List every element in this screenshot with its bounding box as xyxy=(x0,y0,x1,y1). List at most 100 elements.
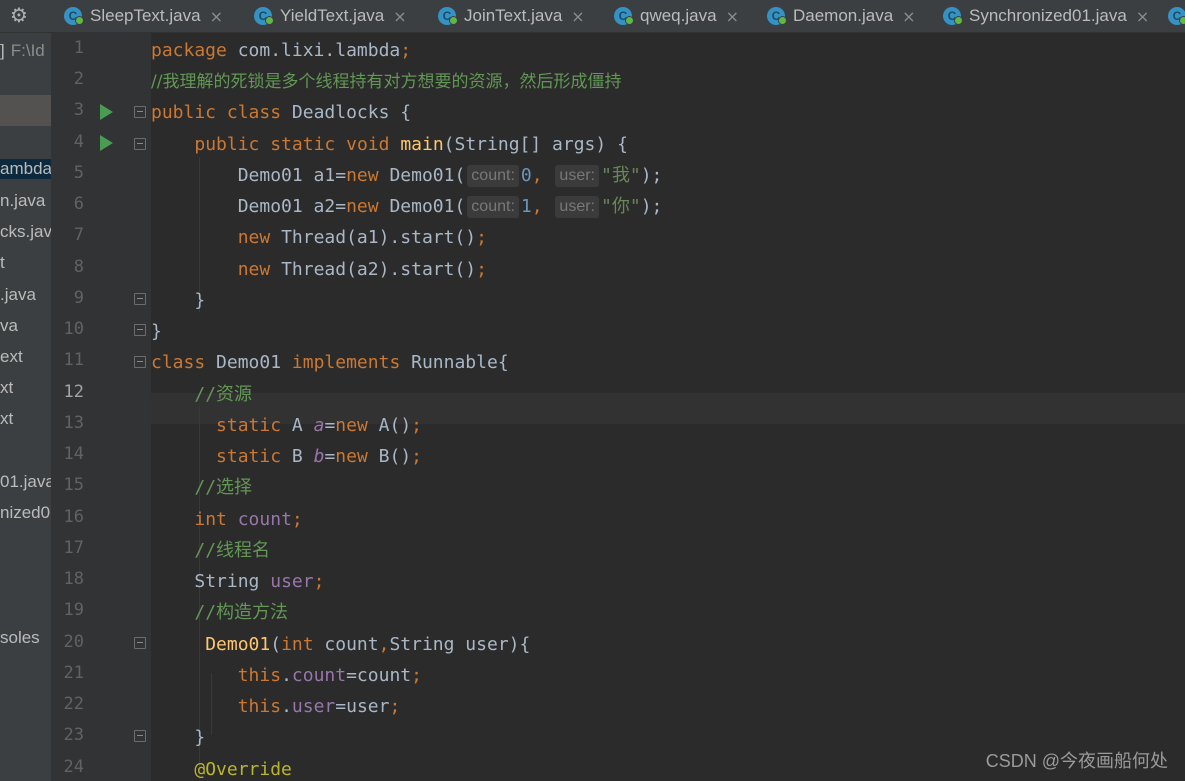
project-item[interactable]: xt xyxy=(0,378,13,398)
line-number: 7 xyxy=(73,225,84,245)
code-line-9: } xyxy=(194,290,206,311)
tab-label: Synchronized01.java xyxy=(969,6,1127,25)
tab-jointext[interactable]: C JoinText.java × xyxy=(438,0,585,32)
fold-icon[interactable] xyxy=(134,324,146,336)
line-number: 10 xyxy=(63,319,84,339)
code-line-7: new Thread(a1).start(); xyxy=(237,227,487,248)
close-icon[interactable]: × xyxy=(393,7,406,26)
editor-tab-bar: ⚙ C SleepText.java × C YieldText.java × … xyxy=(0,0,1185,33)
project-item[interactable]: va xyxy=(0,316,18,336)
close-icon[interactable]: × xyxy=(1136,7,1149,26)
code-line-13: static A a=new A(); xyxy=(216,415,422,436)
tab-overflow[interactable]: C xyxy=(1168,0,1185,32)
line-number: 6 xyxy=(73,194,84,214)
fold-icon[interactable] xyxy=(134,106,146,118)
project-item[interactable]: n.java xyxy=(0,191,45,211)
code-line-23: } xyxy=(194,727,206,748)
line-number: 21 xyxy=(63,663,84,683)
line-number: 14 xyxy=(63,444,84,464)
line-number: 16 xyxy=(63,507,84,527)
tab-qweq[interactable]: C qweq.java × xyxy=(614,0,739,32)
tab-yieldtext[interactable]: C YieldText.java × xyxy=(254,0,407,32)
fold-icon[interactable] xyxy=(134,293,146,305)
project-selected-row[interactable] xyxy=(0,95,51,126)
close-icon[interactable]: × xyxy=(210,7,223,26)
java-class-icon: C xyxy=(438,7,458,25)
line-number: 2 xyxy=(73,69,84,89)
param-hint: count: xyxy=(467,196,519,218)
code-line-15: //选择 xyxy=(194,477,253,498)
line-number: 15 xyxy=(63,475,84,495)
param-hint: user: xyxy=(555,196,599,218)
line-number: 20 xyxy=(63,632,84,652)
param-hint: user: xyxy=(555,165,599,187)
project-item[interactable]: soles xyxy=(0,628,40,648)
line-number: 24 xyxy=(63,757,84,777)
code-line-11: class Demo01 implements Runnable{ xyxy=(151,352,509,373)
project-item[interactable]: t xyxy=(0,253,5,273)
line-number: 3 xyxy=(73,100,84,120)
editor-gutter: 1 2 3 4 5 6 7 8 9 10 11 12 13 14 15 16 1… xyxy=(51,33,151,781)
line-number: 13 xyxy=(63,413,84,433)
line-number: 1 xyxy=(73,38,84,58)
close-icon[interactable]: × xyxy=(726,7,739,26)
project-root-path: F:\Id xyxy=(10,41,45,60)
project-item[interactable]: xt xyxy=(0,409,13,429)
tab-label: JoinText.java xyxy=(464,6,563,25)
watermark: CSDN @今夜画船何处 xyxy=(985,751,1168,771)
tab-label: Daemon.java xyxy=(793,6,894,25)
fold-icon[interactable] xyxy=(134,356,146,368)
java-class-icon: C xyxy=(254,7,274,25)
code-line-1: package com.lixi.lambda; xyxy=(151,40,412,61)
java-class-icon: C xyxy=(1168,7,1185,25)
param-hint: count: xyxy=(467,165,519,187)
code-line-14: static B b=new B(); xyxy=(216,446,422,467)
project-root-header[interactable]: ] F:\Id xyxy=(0,41,45,61)
code-line-17: //线程名 xyxy=(194,540,271,561)
code-line-8: new Thread(a2).start(); xyxy=(237,259,487,280)
tab-label: SleepText.java xyxy=(90,6,201,25)
project-panel: ]F:\Id ambda n.java cks.java t .java va … xyxy=(0,33,51,781)
line-number: 11 xyxy=(63,350,84,370)
code-line-16: int count; xyxy=(194,509,303,530)
code-line-10: } xyxy=(151,321,162,342)
java-class-icon: C xyxy=(943,7,963,25)
code-line-2: //我理解的死锁是多个线程持有对方想要的资源，然后形成僵持 xyxy=(151,72,622,92)
java-class-icon: C xyxy=(64,7,84,25)
fold-icon[interactable] xyxy=(134,637,146,649)
run-icon[interactable] xyxy=(100,104,113,120)
close-icon[interactable]: × xyxy=(902,7,915,26)
project-item[interactable]: .java xyxy=(0,285,36,305)
code-line-24: @Override xyxy=(194,759,292,780)
code-editor[interactable]: package com.lixi.lambda; //我理解的死锁是多个线程持有… xyxy=(151,33,1185,781)
code-line-18: String user; xyxy=(194,571,325,592)
project-item[interactable]: nized0 xyxy=(0,503,50,523)
code-line-4: public static void main(String[] args) { xyxy=(194,134,628,155)
line-number: 4 xyxy=(73,132,84,152)
java-class-icon: C xyxy=(767,7,787,25)
tab-label: qweq.java xyxy=(640,6,717,25)
run-icon[interactable] xyxy=(100,135,113,151)
project-item[interactable]: ext xyxy=(0,347,23,367)
tab-daemon[interactable]: C Daemon.java × xyxy=(767,0,916,32)
code-line-6: Demo01 a2=new Demo01(count: 1, user: "你"); xyxy=(237,196,663,218)
gear-icon[interactable]: ⚙ xyxy=(10,4,32,26)
project-item[interactable]: ambda xyxy=(0,159,51,179)
tab-sleeptext[interactable]: C SleepText.java × xyxy=(64,0,223,32)
line-number: 8 xyxy=(73,257,84,277)
code-line-19: //构造方法 xyxy=(194,602,289,623)
code-line-20: Demo01(int count,String user){ xyxy=(205,634,531,655)
line-number-current: 12 xyxy=(63,382,84,402)
fold-icon[interactable] xyxy=(134,138,146,150)
line-number: 18 xyxy=(63,569,84,589)
code-line-3: public class Deadlocks { xyxy=(151,102,412,123)
project-item[interactable]: cks.java xyxy=(0,222,51,242)
code-line-12: //资源 xyxy=(194,384,253,405)
project-item[interactable]: 01.java xyxy=(0,472,51,492)
line-number: 17 xyxy=(63,538,84,558)
fold-icon[interactable] xyxy=(134,730,146,742)
close-icon[interactable]: × xyxy=(571,7,584,26)
tab-label: YieldText.java xyxy=(280,6,385,25)
code-line-5: Demo01 a1=new Demo01(count: 0, user: "我"); xyxy=(237,165,663,187)
tab-synchronized01[interactable]: C Synchronized01.java × xyxy=(943,0,1149,32)
